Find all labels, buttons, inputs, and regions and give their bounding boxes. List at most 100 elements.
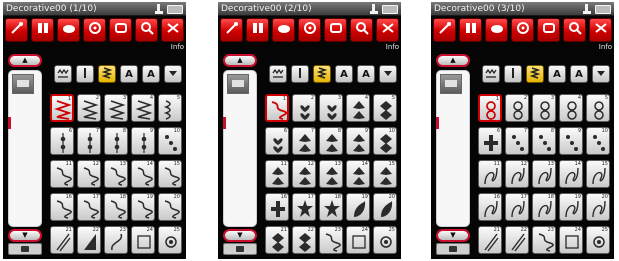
- stitch-tile[interactable]: 17: [77, 193, 101, 221]
- stitch-tile[interactable]: 15: [373, 160, 397, 188]
- magnify-button[interactable]: [135, 18, 158, 42]
- needle-thread-button[interactable]: [433, 18, 456, 42]
- stitch-tile[interactable]: 15: [586, 160, 610, 188]
- stitch-tile[interactable]: 20: [158, 193, 182, 221]
- stitch-tile[interactable]: 3: [532, 94, 556, 122]
- stitch-tile[interactable]: 11: [50, 160, 74, 188]
- info-label[interactable]: Info: [171, 43, 184, 51]
- scroll-track[interactable]: [436, 70, 470, 227]
- foot-select-button[interactable]: [8, 243, 42, 255]
- bobbin-button[interactable]: [511, 18, 534, 42]
- stitch-tile[interactable]: 14: [559, 160, 583, 188]
- stitch-tile[interactable]: 4: [131, 94, 155, 122]
- letter-a-outline-filter-button[interactable]: A: [357, 65, 375, 83]
- stitch-tile[interactable]: 5: [586, 94, 610, 122]
- zigzag-filter-button[interactable]: [313, 65, 331, 83]
- stitch-preview-chip[interactable]: [440, 74, 462, 94]
- stitch-tile[interactable]: 3: [319, 94, 343, 122]
- stitch-tile[interactable]: 4: [559, 94, 583, 122]
- stitch-tile[interactable]: 11: [265, 160, 289, 188]
- stitch-tile[interactable]: 24: [559, 226, 583, 254]
- stitch-tile[interactable]: 8: [104, 127, 128, 155]
- stitch-type-filter-button[interactable]: [54, 65, 72, 83]
- letter-a-outline-filter-button[interactable]: A: [142, 65, 160, 83]
- bobbin-button[interactable]: [298, 18, 321, 42]
- stitch-tile[interactable]: 22: [77, 226, 101, 254]
- stitch-tile[interactable]: 16: [265, 193, 289, 221]
- stitch-type-filter-button[interactable]: [482, 65, 500, 83]
- stitch-tile[interactable]: 23: [319, 226, 343, 254]
- stitch-tile[interactable]: 8: [532, 127, 556, 155]
- hoop-button[interactable]: [537, 18, 560, 42]
- presser-foot-button[interactable]: [485, 18, 508, 42]
- letter-a-filter-button[interactable]: A: [548, 65, 566, 83]
- stitch-tile[interactable]: 16: [478, 193, 502, 221]
- stitch-tile[interactable]: 7: [292, 127, 316, 155]
- stitch-tile[interactable]: 21: [265, 226, 289, 254]
- scroll-down-button[interactable]: ▼: [8, 229, 42, 242]
- stitch-tile[interactable]: 15: [158, 160, 182, 188]
- stitch-tile[interactable]: 21: [50, 226, 74, 254]
- dropdown-filter-button[interactable]: [592, 65, 610, 83]
- stitch-tile[interactable]: 24: [346, 226, 370, 254]
- magnify-button[interactable]: [563, 18, 586, 42]
- info-label[interactable]: Info: [386, 43, 399, 51]
- stitch-tile[interactable]: 17: [505, 193, 529, 221]
- stitch-tile[interactable]: 24: [131, 226, 155, 254]
- letter-a-filter-button[interactable]: A: [120, 65, 138, 83]
- stitch-tile[interactable]: 22: [292, 226, 316, 254]
- stitch-tile[interactable]: 3: [104, 94, 128, 122]
- stitch-tile[interactable]: 8: [319, 127, 343, 155]
- stitch-tile[interactable]: 11: [478, 160, 502, 188]
- stitch-preview-chip[interactable]: [12, 74, 34, 94]
- stitch-tile[interactable]: 1: [265, 94, 289, 122]
- scroll-down-button[interactable]: ▼: [223, 229, 257, 242]
- stitch-tile[interactable]: 18: [532, 193, 556, 221]
- stitch-tile[interactable]: 20: [586, 193, 610, 221]
- stitch-tile[interactable]: 2: [77, 94, 101, 122]
- stitch-tile[interactable]: 13: [104, 160, 128, 188]
- zigzag-filter-button[interactable]: [526, 65, 544, 83]
- stitch-tile[interactable]: 25: [158, 226, 182, 254]
- stitch-tile[interactable]: 25: [586, 226, 610, 254]
- dropdown-filter-button[interactable]: [379, 65, 397, 83]
- straight-filter-button[interactable]: [291, 65, 309, 83]
- scroll-track[interactable]: [8, 70, 42, 227]
- stitch-tile[interactable]: 19: [346, 193, 370, 221]
- stitch-tile[interactable]: 18: [319, 193, 343, 221]
- stitch-tile[interactable]: 12: [77, 160, 101, 188]
- info-label[interactable]: Info: [599, 43, 612, 51]
- stitch-tile[interactable]: 18: [104, 193, 128, 221]
- stitch-tile[interactable]: 25: [373, 226, 397, 254]
- scroll-up-button[interactable]: ▲: [223, 54, 257, 67]
- stitch-tile[interactable]: 16: [50, 193, 74, 221]
- stitch-tile[interactable]: 10: [373, 127, 397, 155]
- stitch-type-filter-button[interactable]: [269, 65, 287, 83]
- stitch-tile[interactable]: 22: [505, 226, 529, 254]
- stitch-tile[interactable]: 21: [478, 226, 502, 254]
- needle-thread-button[interactable]: [220, 18, 243, 42]
- stitch-tile[interactable]: 9: [131, 127, 155, 155]
- scroll-track[interactable]: [223, 70, 257, 227]
- zigzag-filter-button[interactable]: [98, 65, 116, 83]
- stitch-tile[interactable]: 13: [532, 160, 556, 188]
- dropdown-filter-button[interactable]: [164, 65, 182, 83]
- stitch-pattern-button[interactable]: [246, 18, 269, 42]
- scissors-button[interactable]: [376, 18, 399, 42]
- stitch-tile[interactable]: 10: [586, 127, 610, 155]
- letter-a-outline-filter-button[interactable]: A: [570, 65, 588, 83]
- stitch-tile[interactable]: 9: [346, 127, 370, 155]
- stitch-tile[interactable]: 10: [158, 127, 182, 155]
- stitch-tile[interactable]: 19: [131, 193, 155, 221]
- stitch-tile[interactable]: 9: [559, 127, 583, 155]
- stitch-tile[interactable]: 1: [478, 94, 502, 122]
- stitch-tile[interactable]: 7: [505, 127, 529, 155]
- stitch-tile[interactable]: 20: [373, 193, 397, 221]
- hoop-button[interactable]: [109, 18, 132, 42]
- stitch-tile[interactable]: 6: [265, 127, 289, 155]
- stitch-pattern-button[interactable]: [31, 18, 54, 42]
- stitch-tile[interactable]: 1: [50, 94, 74, 122]
- stitch-preview-chip[interactable]: [227, 74, 249, 94]
- magnify-button[interactable]: [350, 18, 373, 42]
- stitch-tile[interactable]: 7: [77, 127, 101, 155]
